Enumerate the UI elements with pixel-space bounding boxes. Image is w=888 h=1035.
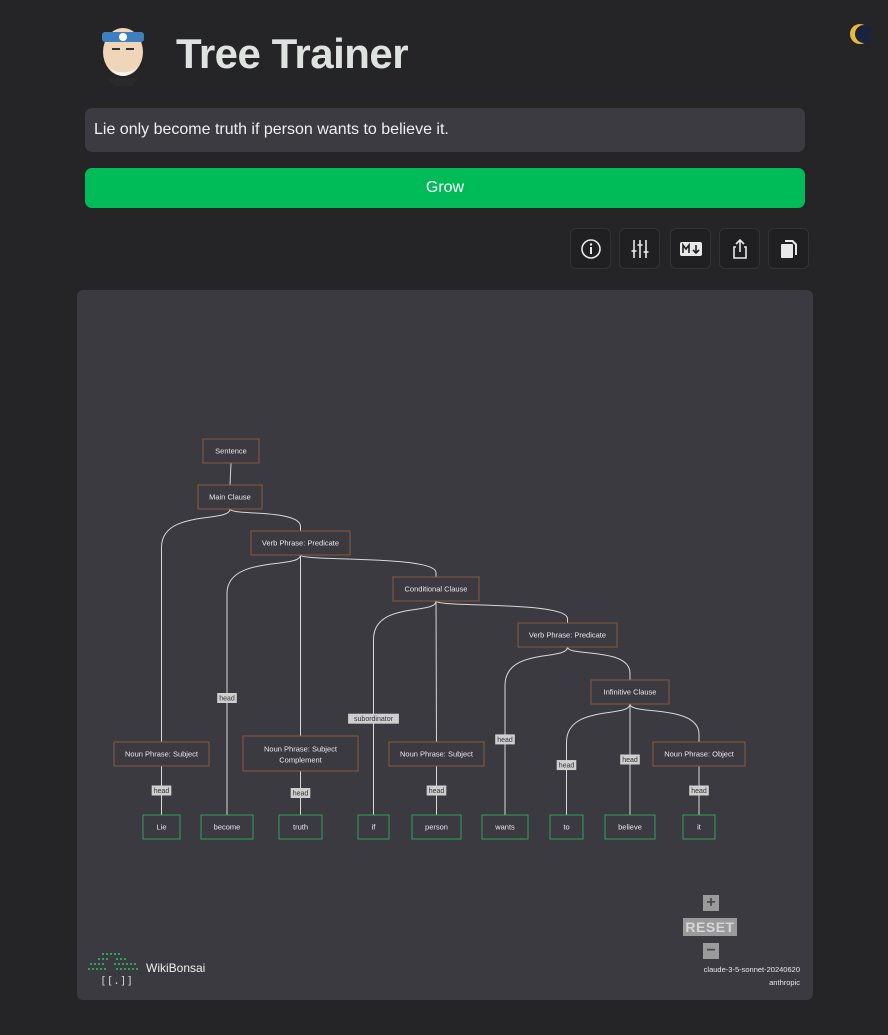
tree-edge: [229, 508, 301, 531]
svg-text:head: head: [497, 737, 513, 744]
zoom-in-button[interactable]: +: [703, 895, 719, 911]
markdown-button[interactable]: [670, 228, 711, 269]
tree-edge: [435, 600, 568, 623]
word-node[interactable]: wants: [481, 814, 529, 840]
node-label: Noun Phrase: Subject: [400, 750, 474, 759]
word-node[interactable]: person: [411, 814, 462, 840]
wikibonsai-link[interactable]: WikiBonsai: [146, 961, 205, 975]
phrase-node[interactable]: Verb Phrase: Predicate: [517, 622, 618, 648]
model-vendor: anthropic: [769, 978, 800, 987]
svg-text:head: head: [622, 757, 638, 764]
word-node[interactable]: if: [357, 814, 390, 840]
avatar: [102, 28, 144, 86]
phrase-node[interactable]: Noun Phrase: Subject: [388, 741, 485, 767]
phrase-node[interactable]: Noun Phrase: Subject: [113, 741, 210, 767]
svg-text:subordinator: subordinator: [354, 716, 394, 723]
edge-label: head: [689, 785, 709, 796]
tree-edge: [226, 554, 301, 815]
syntax-tree: head subordinator head head head head head head…: [113, 438, 746, 840]
word-node[interactable]: to: [549, 814, 584, 840]
phrase-node[interactable]: Sentence: [202, 438, 260, 464]
svg-text:head: head: [154, 788, 170, 795]
word-node[interactable]: believe: [604, 814, 656, 840]
phrase-node[interactable]: Conditional Clause: [392, 576, 480, 602]
phrase-node[interactable]: Infinitive Clause: [590, 679, 670, 705]
phrase-node[interactable]: Main Clause: [197, 484, 263, 510]
node-label: Lie: [156, 823, 166, 832]
grow-button[interactable]: Grow: [85, 168, 805, 208]
theme-toggle-moon-icon[interactable]: [849, 23, 871, 45]
tree-edge: [435, 600, 437, 743]
tree-edge: [373, 600, 437, 815]
edge-label: subordinator: [348, 713, 399, 724]
edge-label: head: [620, 754, 640, 765]
info-button[interactable]: [570, 228, 611, 269]
edge-label: head: [151, 785, 172, 796]
node-label: wants: [494, 823, 515, 832]
bonsai-logo-icon: [88, 953, 138, 970]
tree-edge: [629, 703, 700, 742]
node-label: Main Clause: [209, 493, 251, 502]
node-label: truth: [293, 823, 308, 832]
node-label: to: [563, 823, 569, 832]
sliders-icon: [631, 239, 648, 258]
zoom-out-button[interactable]: −: [703, 943, 719, 959]
reset-zoom-button[interactable]: RESET: [683, 918, 737, 936]
node-label: Verb Phrase: Predicate: [529, 631, 606, 640]
node-label: person: [425, 823, 448, 832]
phrase-node[interactable]: Verb Phrase: Predicate: [250, 530, 351, 556]
svg-text:head: head: [219, 696, 235, 703]
info-icon: [580, 238, 601, 259]
node-label: Noun Phrase: Object: [664, 750, 735, 759]
copy-button[interactable]: [768, 228, 809, 269]
node-label: believe: [618, 823, 642, 832]
phrase-node[interactable]: Noun Phrase: Subject Complement: [242, 735, 359, 772]
node-label: Sentence: [215, 447, 247, 456]
edge-label: head: [556, 760, 577, 771]
tree-edge: [300, 554, 437, 577]
settings-button[interactable]: [619, 228, 660, 269]
node-label: Noun Phrase: Subject: [125, 750, 199, 759]
edge-label: head: [426, 785, 447, 796]
copy-icon: [780, 239, 797, 258]
edge-label: head: [217, 693, 237, 703]
share-button[interactable]: [719, 228, 760, 269]
sentence-input[interactable]: [85, 108, 805, 152]
tree-edge: [567, 646, 631, 680]
svg-text:head: head: [429, 788, 445, 795]
svg-text:head: head: [691, 788, 707, 795]
tree-panel[interactable]: head subordinator head head head head head head…: [77, 290, 813, 1000]
node-label: Infinitive Clause: [604, 688, 657, 697]
page-title: Tree Trainer: [176, 30, 409, 77]
edge-label: head: [290, 788, 311, 798]
node-label: Conditional Clause: [405, 585, 468, 594]
tree-edge: [161, 508, 231, 742]
svg-text:head: head: [293, 791, 309, 798]
markdown-icon: [679, 241, 702, 256]
tree-edge: [229, 462, 232, 486]
tree-edge: [504, 646, 568, 815]
node-label: Verb Phrase: Predicate: [262, 539, 339, 548]
word-node[interactable]: truth: [278, 814, 323, 840]
node-label: become: [214, 823, 241, 832]
word-node[interactable]: Lie: [142, 814, 181, 840]
word-node[interactable]: become: [200, 814, 254, 840]
phrase-node[interactable]: Noun Phrase: Object: [652, 741, 746, 767]
word-node[interactable]: it: [682, 814, 716, 840]
model-name: claude-3-5-sonnet-20240620: [703, 965, 800, 974]
share-icon: [732, 238, 747, 259]
svg-text:head: head: [559, 763, 575, 770]
edge-label: head: [495, 734, 515, 745]
wikibonsai-tag: [[.]]: [100, 974, 134, 987]
